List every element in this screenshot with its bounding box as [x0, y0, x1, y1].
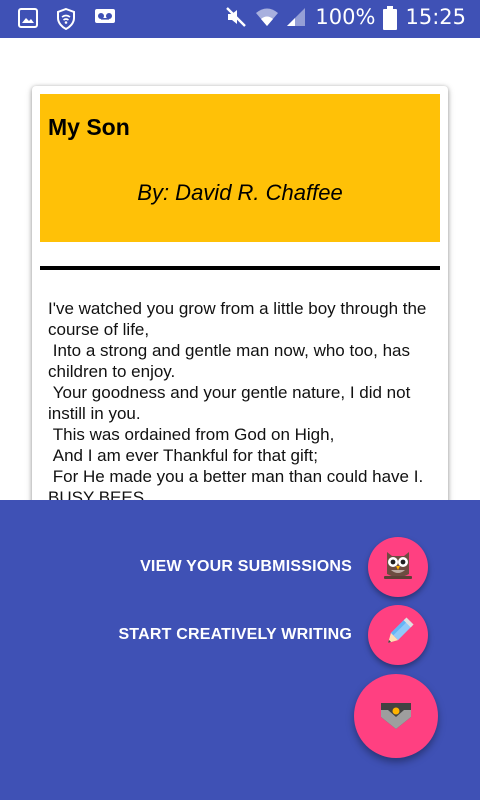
clock: 15:25: [405, 5, 466, 29]
signal-icon: [285, 6, 307, 28]
poem-author: By: David R. Chaffee: [137, 180, 343, 205]
pencil-icon: [381, 616, 415, 655]
battery-percent: 100%: [315, 5, 376, 29]
view-submissions-label[interactable]: VIEW YOUR SUBMISSIONS: [140, 558, 352, 576]
start-writing-row[interactable]: START CREATIVELY WRITING: [118, 605, 428, 665]
voicemail-icon: [94, 8, 116, 30]
poem-body: I've watched you grow from a little boy …: [48, 299, 427, 507]
view-submissions-row[interactable]: VIEW YOUR SUBMISSIONS: [140, 537, 428, 597]
view-submissions-button[interactable]: [368, 537, 428, 597]
start-writing-button[interactable]: [368, 605, 428, 665]
vpn-shield-icon: [56, 7, 78, 31]
wifi-icon: [255, 6, 279, 28]
pencil-tip-icon: [379, 697, 413, 736]
poem-title: My Son: [48, 114, 130, 140]
image-icon: [18, 8, 40, 30]
battery-icon: [383, 6, 398, 30]
start-writing-label[interactable]: START CREATIVELY WRITING: [118, 626, 352, 644]
poem-header: My Son By: David R. Chaffee: [40, 94, 440, 242]
main-fab-button[interactable]: [354, 674, 438, 758]
owl-icon: [382, 548, 414, 587]
status-bar: 100% 15:25: [0, 0, 480, 38]
divider: [40, 266, 440, 270]
poem-card[interactable]: My Son By: David R. Chaffee I've watched…: [32, 86, 448, 546]
mute-icon: [225, 6, 247, 28]
